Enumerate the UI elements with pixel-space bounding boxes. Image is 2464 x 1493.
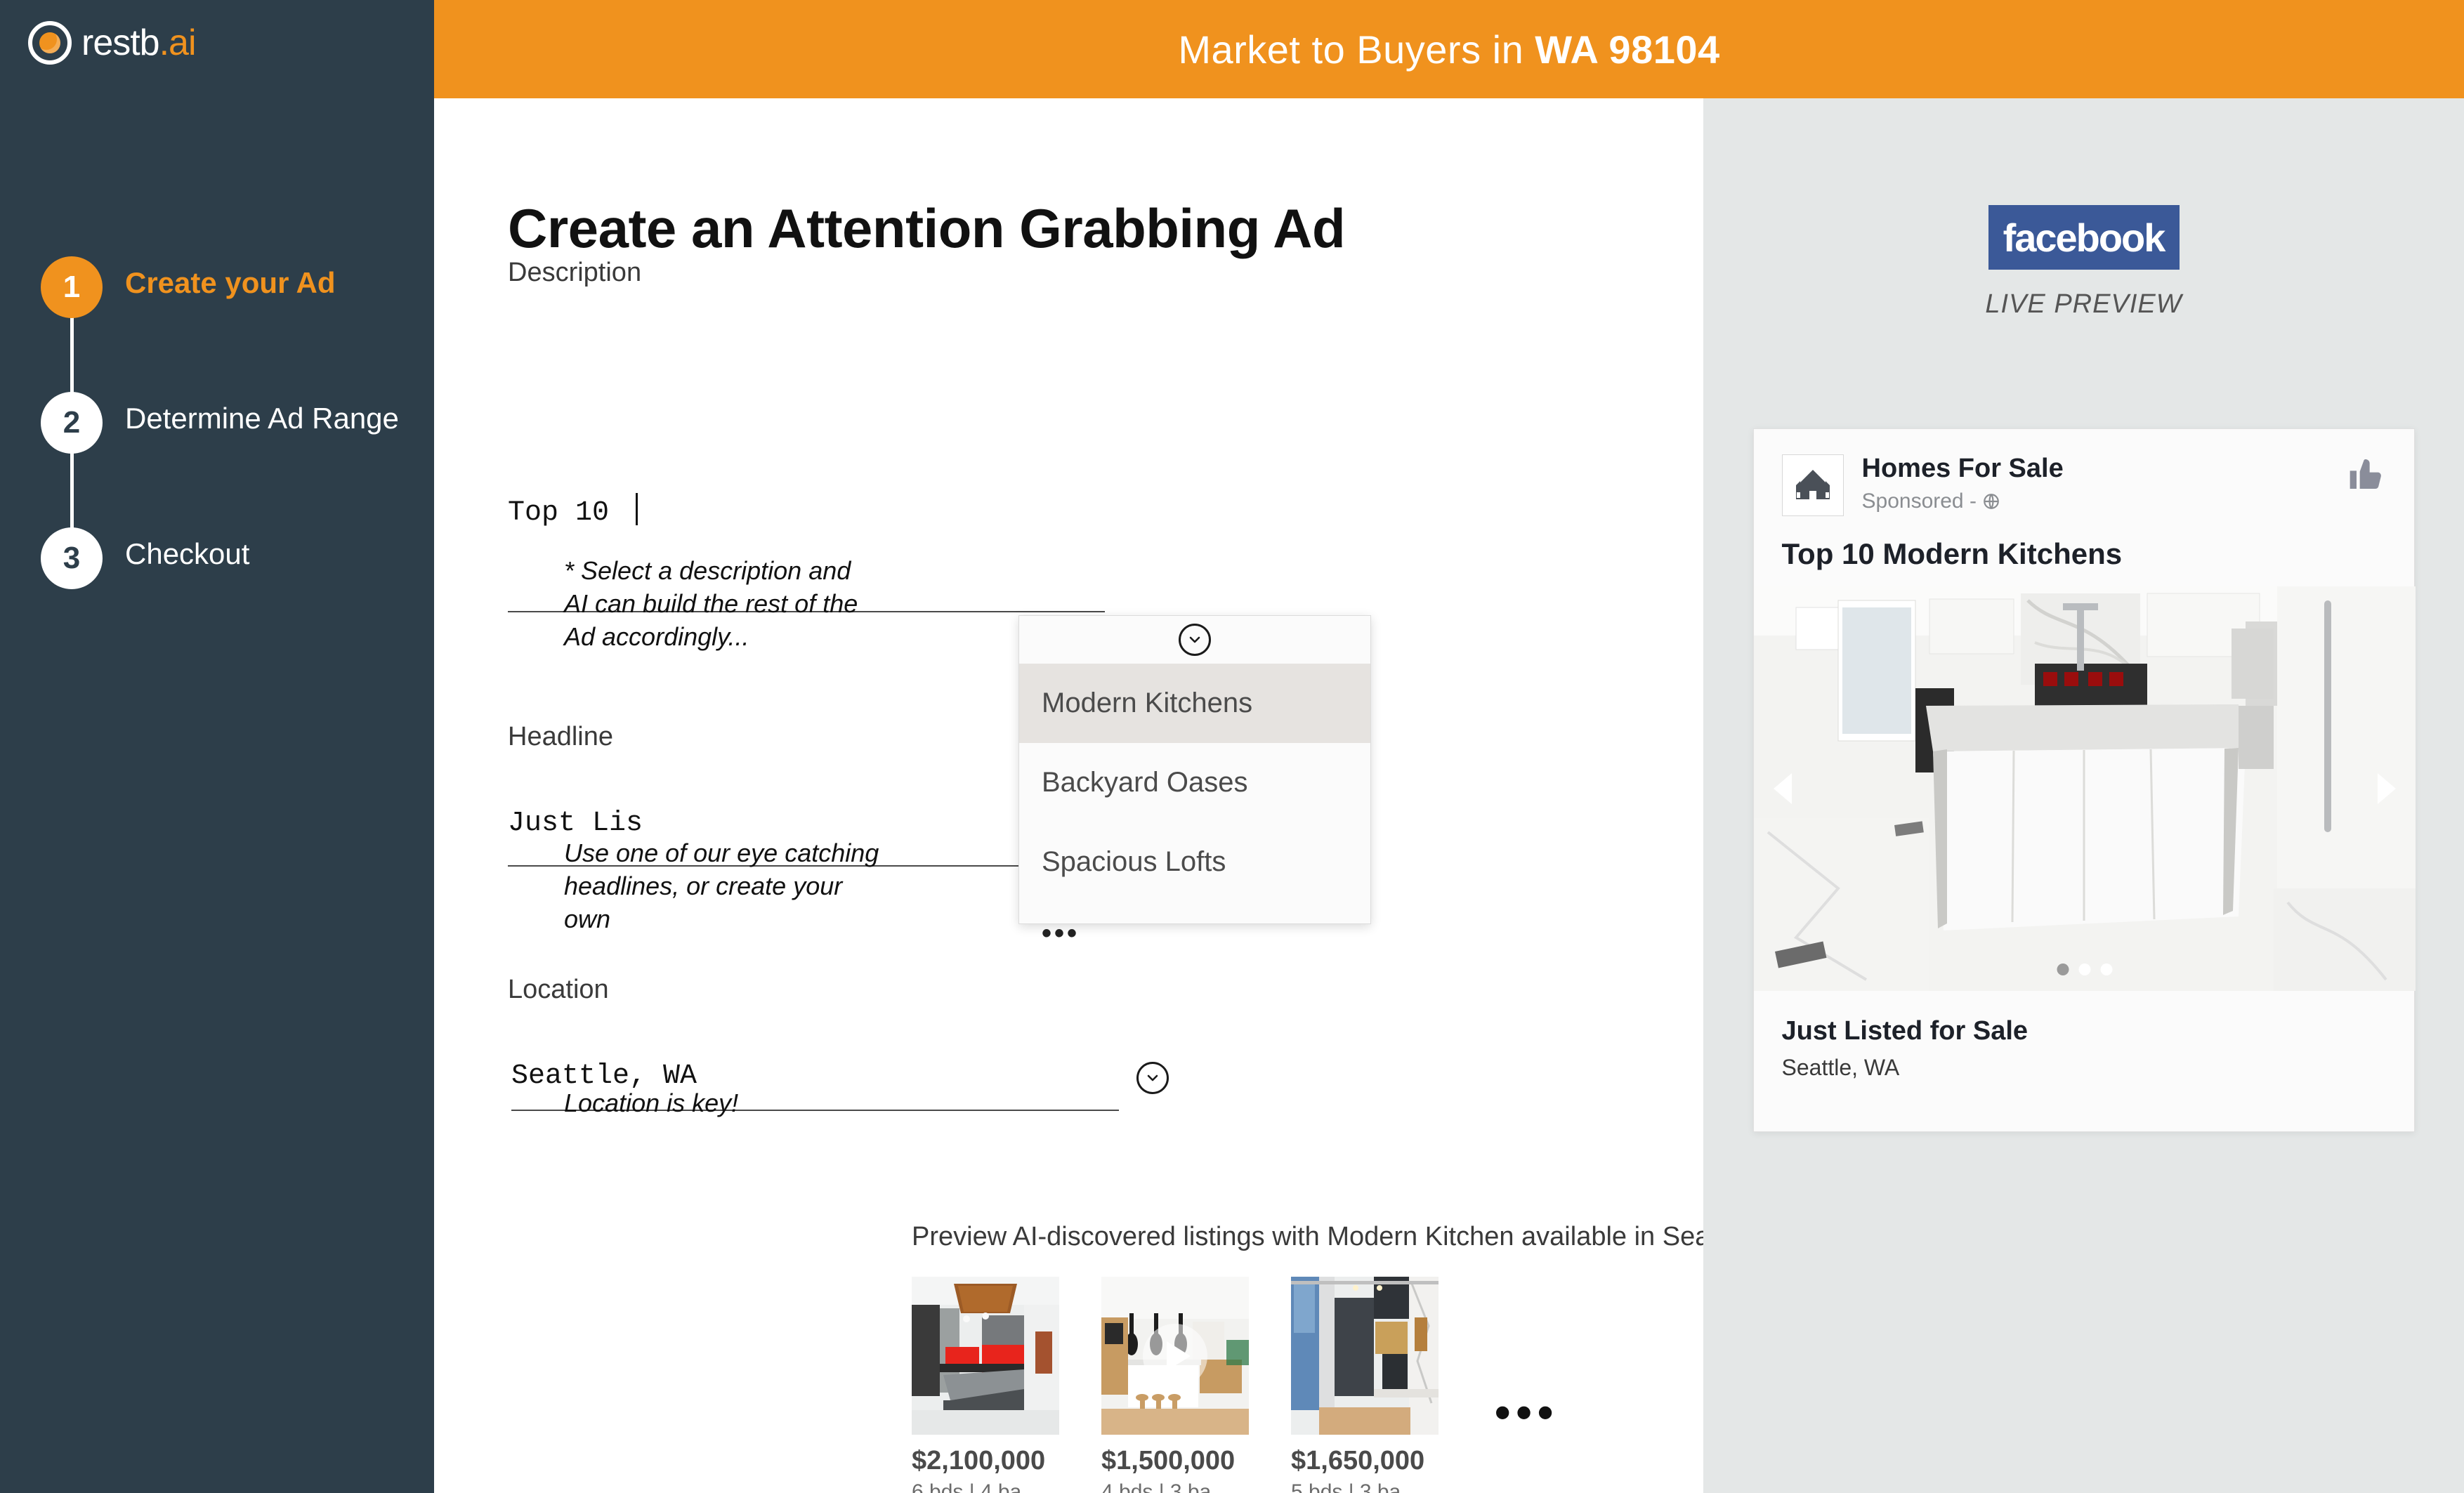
brand-logo[interactable]: restb.ai [28,21,197,65]
thumbs-up-icon[interactable] [2347,454,2386,497]
step-label: Determine Ad Range [125,402,399,435]
brand-logo-text: restb.ai [81,22,197,64]
live-preview-panel: facebook LIVE PREVIEW Homes For Sale Spo… [1703,98,2464,1493]
listing-thumbnail[interactable] [1101,1277,1249,1435]
headline-label: Headline [508,722,613,751]
chevron-down-circle-icon[interactable] [1179,624,1211,656]
page-title: Create an Attention Grabbing Ad [508,197,1346,259]
listing-price: $2,100,000 [912,1446,1046,1475]
chevron-left-icon[interactable] [1773,773,1792,804]
more-listings-button[interactable]: ••• [1495,1390,1559,1435]
listings-preview-title: Preview AI-discovered listings with Mode… [912,1222,1802,1251]
listing-card[interactable]: $1,500,000 4 bds | 3 ba [1101,1277,1249,1493]
chevron-down-circle-icon[interactable] [1136,1062,1169,1094]
ad-footer-subtitle: Seattle, WA [1781,1055,1900,1080]
ad-headline: Top 10 Modern Kitchens [1781,537,2123,570]
description-options-dropdown[interactable]: Modern Kitchens Backyard Oases Spacious … [1018,615,1371,949]
listing-price: $1,500,000 [1101,1446,1236,1475]
dropdown-option-backyard-oases[interactable]: Backyard Oases [1019,743,1370,822]
listing-beds-baths: 6 bds | 4 ba [912,1480,1022,1493]
text-cursor [636,493,638,525]
ad-footer-title: Just Listed for Sale [1781,1016,2029,1046]
brand-name-accent: .ai [159,22,197,63]
listing-beds-baths: 4 bds | 3 ba [1101,1480,1212,1493]
carousel-dot[interactable] [2057,963,2069,975]
listing-card[interactable]: $2,100,000 6 bds | 4 ba [912,1277,1059,1493]
description-value: Top 10 [508,497,627,529]
headline-input[interactable]: Just Lis [508,808,643,839]
ad-sponsored-label: Sponsored - [1861,489,1977,513]
restb-circle-logo-icon [28,21,72,65]
step-list: 1 Create your Ad 2 Determine Ad Range 3 … [41,256,406,589]
facebook-logo: facebook [1988,205,2180,270]
ad-page-name: Homes For Sale [1861,454,2064,483]
dropdown-option-spacious-lofts[interactable]: Spacious Lofts [1019,822,1370,902]
ad-sponsored-row: Sponsored - [1862,489,2064,513]
listing-thumbnail[interactable] [1291,1277,1439,1435]
listing-thumbnail[interactable] [912,1277,1059,1435]
step-number-badge: 2 [41,392,103,454]
brand-name-main: restb [81,22,160,63]
sidebar: restb.ai 1 Create your Ad 2 Determine Ad… [0,0,434,1493]
description-input[interactable]: Top 10 [508,493,638,529]
step-label: Checkout [125,537,250,570]
dropdown-option-modern-kitchens[interactable]: Modern Kitchens [1019,664,1370,743]
chevron-right-icon[interactable] [2377,773,2396,804]
dropdown-toggle[interactable] [1019,616,1370,664]
header-zip: WA 98104 [1535,27,1720,72]
step-number-badge: 3 [41,527,103,589]
header-prefix: Market to Buyers in [1178,27,1524,72]
carousel-dots[interactable] [2057,963,2112,975]
live-preview-label: LIVE PREVIEW [1985,289,2182,319]
globe-icon [1984,493,1999,509]
description-hint: * Select a description and AI can build … [564,556,858,651]
sidebar-step-determine-ad-range[interactable]: 2 Determine Ad Range [41,392,406,558]
listing-price: $1,650,000 [1291,1446,1425,1475]
listings-row: $2,100,000 6 bds | 4 ba $1,500,000 4 bds… [912,1277,1559,1493]
location-label: Location [508,975,609,1004]
location-hint: Location is key! [564,1088,739,1117]
house-icon [1781,454,1844,516]
ad-card-header: Homes For Sale Sponsored - [1754,429,2414,516]
ad-card-footer: Just Listed for Sale Seattle, WA [1754,991,2414,1131]
description-label: Description [508,258,642,287]
listing-card[interactable]: $1,650,000 5 bds | 3 ba [1291,1277,1439,1493]
play-video-button[interactable] [1143,1323,1207,1388]
facebook-ad-card: Homes For Sale Sponsored - Top 10 Modern… [1752,428,2416,1132]
page-header: Market to Buyers in WA 98104 [434,0,2464,98]
dropdown-option-more[interactable]: ••• [1019,902,1370,965]
listing-beds-baths: 5 bds | 3 ba [1291,1480,1401,1493]
carousel-dot[interactable] [2100,963,2112,975]
ad-image-carousel[interactable] [1753,586,2416,991]
ad-builder-app: restb.ai 1 Create your Ad 2 Determine Ad… [0,0,2464,1493]
ad-page-info: Homes For Sale Sponsored - [1862,454,2064,513]
step-label: Create your Ad [125,266,336,299]
step-number-badge: 1 [41,256,103,318]
carousel-dot[interactable] [2078,963,2090,975]
headline-hint: Use one of our eye catching headlines, o… [564,838,879,933]
main-content: Create an Attention Grabbing Ad Descript… [434,98,1802,1493]
sidebar-step-create-your-ad[interactable]: 1 Create your Ad [41,256,406,423]
